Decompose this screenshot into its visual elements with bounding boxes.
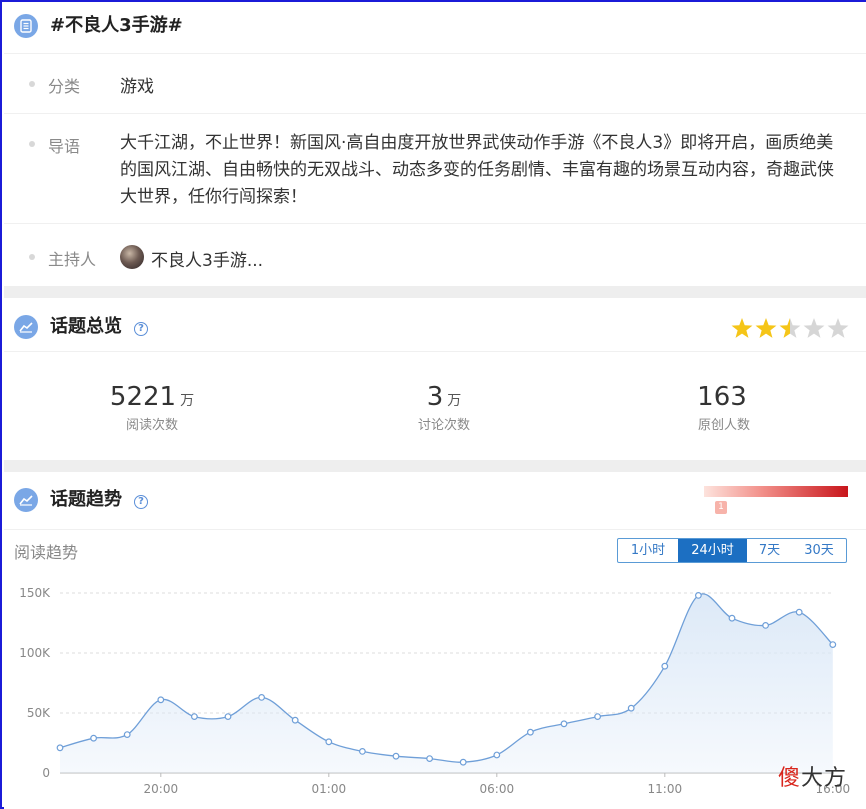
data-point bbox=[459, 758, 467, 766]
stat-reads-unit: 万 bbox=[180, 393, 195, 409]
intro-label: 导语 bbox=[48, 137, 81, 156]
category-row: 分类 游戏 bbox=[4, 54, 866, 114]
series-area bbox=[60, 593, 833, 773]
watermark: 傻大方 bbox=[778, 760, 847, 792]
stat-reads-label: 阅读次数 bbox=[125, 418, 178, 433]
topic-info-card: #不良人3手游# 分类 游戏 导语 大千江湖，不止世界！新国风·高自由度开放世界… bbox=[4, 2, 866, 286]
watermark-part2: 大方 bbox=[801, 766, 848, 791]
x-tick-label: 11:00 bbox=[648, 782, 683, 796]
host-name-link[interactable]: 不良人3手游... bbox=[151, 246, 263, 271]
document-icon bbox=[14, 14, 38, 38]
stat-reads-value: 5221 bbox=[109, 382, 177, 412]
data-point bbox=[426, 755, 434, 763]
data-point bbox=[493, 751, 501, 759]
y-tick-label: 0 bbox=[42, 766, 50, 780]
help-icon[interactable]: ? bbox=[134, 322, 148, 336]
data-point bbox=[795, 608, 803, 616]
host-label: 主持人 bbox=[48, 250, 97, 269]
reading-trend-chart: 050K100K150K20:00 01:00 06:00 11:00 16:00 bbox=[19, 586, 850, 796]
heat-legend-bar bbox=[704, 486, 848, 497]
host-avatar[interactable] bbox=[120, 245, 144, 269]
star-icon bbox=[731, 318, 753, 338]
tab-30d[interactable]: 30天 bbox=[792, 539, 846, 562]
x-tick-label: 01:00 bbox=[312, 782, 347, 796]
data-point bbox=[56, 744, 64, 752]
bullet-dot bbox=[29, 81, 35, 87]
data-point bbox=[123, 731, 131, 739]
topic-header: #不良人3手游# bbox=[4, 2, 866, 54]
category-label: 分类 bbox=[48, 77, 81, 96]
stat-discussions-unit: 万 bbox=[447, 393, 462, 409]
x-tick-label: 20:00 bbox=[144, 782, 179, 796]
y-tick-label: 50K bbox=[27, 706, 51, 720]
x-tick-label: 06:00 bbox=[480, 782, 515, 796]
category-value: 游戏 bbox=[120, 77, 154, 97]
rating-stars bbox=[731, 318, 849, 338]
stat-reads: 5221 万 阅读次数 bbox=[82, 382, 222, 433]
data-point bbox=[594, 713, 601, 721]
stat-originals-label: 原创人数 bbox=[697, 418, 750, 433]
star-icon bbox=[779, 318, 801, 338]
help-icon[interactable]: ? bbox=[134, 495, 148, 509]
tab-1h[interactable]: 1小时 bbox=[618, 539, 678, 562]
section-divider bbox=[4, 286, 866, 298]
stat-discussions: 3万 讨论次数 bbox=[374, 382, 514, 433]
data-point bbox=[291, 716, 299, 724]
trend-title: 话题趋势 bbox=[50, 489, 122, 510]
data-point bbox=[258, 693, 266, 701]
bullet-dot bbox=[29, 254, 35, 260]
star-icon bbox=[755, 318, 777, 338]
chart-icon bbox=[14, 315, 38, 339]
data-point bbox=[762, 622, 769, 629]
stat-originals-value: 163 bbox=[697, 382, 747, 412]
data-point bbox=[190, 713, 198, 721]
data-point bbox=[560, 720, 568, 728]
overview-header: 话题总览 ? bbox=[4, 298, 866, 352]
trend-header: 话题趋势 ? bbox=[4, 472, 866, 530]
topic-title: #不良人3手游# bbox=[50, 15, 183, 36]
page-frame: #不良人3手游# 分类 游戏 导语 大千江湖，不止世界！新国风·高自由度开放世界… bbox=[0, 0, 866, 809]
stat-discussions-value: 3 bbox=[426, 382, 444, 412]
star-icon bbox=[827, 318, 849, 338]
star-icon bbox=[803, 318, 825, 338]
y-tick-label: 100K bbox=[19, 646, 51, 660]
data-point bbox=[325, 738, 333, 746]
data-point bbox=[392, 752, 400, 760]
data-point bbox=[728, 614, 736, 622]
data-point bbox=[695, 591, 702, 599]
bullet-dot bbox=[29, 141, 35, 147]
stat-discussions-label: 讨论次数 bbox=[417, 418, 470, 433]
section-divider bbox=[4, 460, 866, 472]
data-point bbox=[661, 662, 669, 670]
watermark-part1: 傻 bbox=[778, 766, 802, 791]
data-point bbox=[224, 713, 232, 721]
data-point bbox=[627, 704, 635, 712]
range-tabs: 1小时 24小时 7天 30天 bbox=[617, 538, 847, 563]
chart-icon bbox=[14, 488, 38, 512]
overview-title: 话题总览 bbox=[50, 316, 122, 337]
data-point bbox=[829, 641, 837, 648]
y-tick-label: 150K bbox=[19, 586, 51, 600]
tab-7d[interactable]: 7天 bbox=[747, 539, 792, 562]
overview-card: 话题总览 ? 5221 万 阅读次数 3万 讨论次数 163 原创人数 bbox=[4, 298, 866, 460]
tab-24h[interactable]: 24小时 bbox=[678, 539, 747, 562]
trend-subtitle: 阅读趋势 bbox=[14, 543, 79, 562]
heat-marker: 1 bbox=[715, 501, 727, 514]
data-point bbox=[527, 728, 534, 736]
intro-text: 大千江湖，不止世界！新国风·高自由度开放世界武侠动作手游《不良人3》即将开启，画… bbox=[120, 133, 834, 207]
data-point bbox=[90, 734, 97, 742]
stat-originals: 163 原创人数 bbox=[654, 382, 794, 433]
data-point bbox=[359, 747, 366, 755]
data-point bbox=[157, 696, 165, 704]
